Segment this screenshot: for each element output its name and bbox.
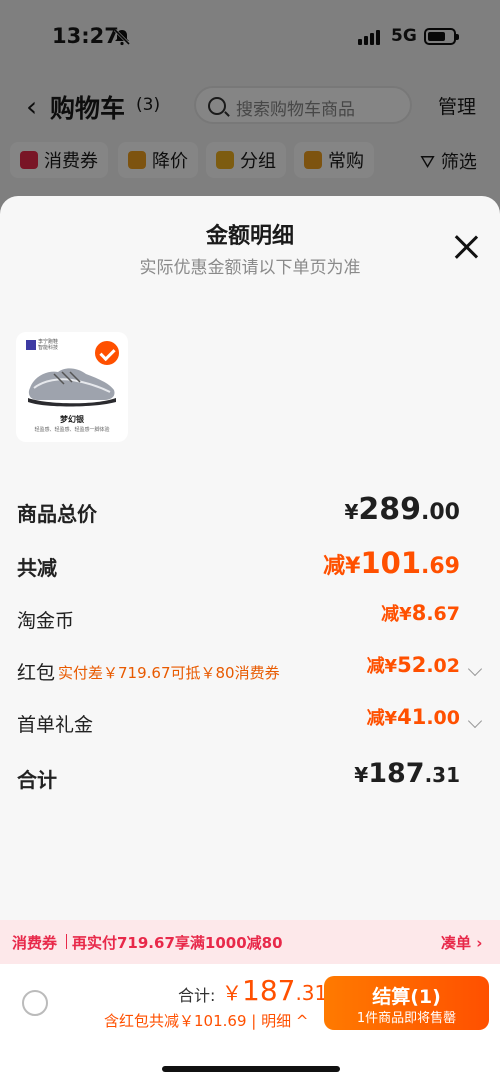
chevron-down-icon[interactable] xyxy=(467,661,483,677)
amount-int: 101 xyxy=(360,546,422,580)
row-amount: 减¥ 52 .02 xyxy=(367,652,460,678)
currency: ¥ xyxy=(344,500,359,524)
row-coins: 淘金币 减¥ 8 .67 xyxy=(0,600,500,640)
home-indicator[interactable] xyxy=(162,1066,340,1072)
row-label: 共减 xyxy=(17,556,57,580)
select-all-radio[interactable] xyxy=(22,990,48,1016)
coupon-tag: 消费券 xyxy=(12,934,58,952)
row-sum: 合计 ¥ 187 .31 xyxy=(0,758,500,798)
chevron-down-icon[interactable] xyxy=(467,713,483,729)
amount-int: 289 xyxy=(358,492,422,527)
total-label: 合计: xyxy=(178,986,216,1005)
sheet-title: 金额明细 xyxy=(205,224,294,249)
row-discount: 共减 减¥ 101 .69 xyxy=(0,546,500,586)
row-amount: 减¥ 101 .69 xyxy=(323,546,460,580)
amount-dec: .00 xyxy=(426,707,460,729)
row-red-packet[interactable]: 红包 实付差￥719.67可抵￥80消费券 减¥ 52 .02 xyxy=(0,652,500,692)
row-amount: ¥ 187 .31 xyxy=(354,758,460,789)
product-name: 梦幻银 xyxy=(60,415,84,424)
amount-dec: .31 xyxy=(424,763,460,787)
currency: ¥ xyxy=(354,763,369,787)
product-thumbnail[interactable]: 李宁跑鞋 智能科技 梦幻银 轻盈感、轻盈感、轻盈感一脚体验 xyxy=(16,332,128,442)
checkout-label: 结算(1) xyxy=(372,986,441,1008)
product-badge-text: 李宁跑鞋 智能科技 xyxy=(38,339,59,351)
brand-logo-icon xyxy=(26,340,36,350)
amount-dec: .31 xyxy=(295,981,328,1005)
row-label: 首单礼金 xyxy=(17,714,94,736)
row-label: 商品总价 xyxy=(17,502,97,526)
currency: 减¥ xyxy=(381,604,412,625)
red-packet-note: 实付差￥719.67可抵￥80消费券 xyxy=(58,664,280,682)
checkout-button[interactable]: 结算(1) 1件商品即将售罄 xyxy=(324,976,489,1030)
row-total-price: 商品总价 ¥ 289 .00 xyxy=(0,492,500,532)
amount-int: 52 xyxy=(397,653,427,677)
amount-dec: .02 xyxy=(426,655,460,677)
currency: 减¥ xyxy=(366,656,398,677)
product-desc: 轻盈感、轻盈感、轻盈感一脚体验 xyxy=(34,427,110,433)
amount-dec: .69 xyxy=(421,554,460,579)
coupon-promo-bar: 消费券 再实付719.67享满1000减80 凑单 › xyxy=(0,920,500,964)
detail-toggle[interactable]: 含红包共减￥101.69 | 明细 ^ xyxy=(104,1010,308,1031)
close-icon[interactable] xyxy=(453,234,479,260)
add-items-link[interactable]: 凑单 › xyxy=(441,932,482,953)
row-label: 合计 xyxy=(17,768,57,792)
row-label: 红包 xyxy=(17,662,56,684)
sheet-subtitle: 实际优惠金额请以下单页为准 xyxy=(139,258,361,278)
currency: 减¥ xyxy=(323,554,361,579)
coupon-text: 再实付719.67享满1000减80 xyxy=(72,934,283,952)
row-amount: 减¥ 8 .67 xyxy=(381,600,460,626)
currency: 减¥ xyxy=(366,708,398,729)
row-amount: 减¥ 41 .00 xyxy=(367,704,460,730)
amount-int: 187 xyxy=(368,758,425,789)
total-amount: ￥ 187 .31 xyxy=(222,974,327,1007)
amount-int: 187 xyxy=(242,974,296,1007)
amount-int: 8 xyxy=(411,601,427,625)
row-amount: ¥ 289 .00 xyxy=(344,492,460,527)
row-label: 淘金币 xyxy=(17,610,75,632)
checkout-sublabel: 1件商品即将售罄 xyxy=(356,1011,457,1026)
amount-int: 41 xyxy=(397,705,427,729)
amount-dec: .00 xyxy=(421,500,460,525)
amount-dec: .67 xyxy=(426,603,460,625)
row-first-order[interactable]: 首单礼金 减¥ 41 .00 xyxy=(0,704,500,744)
divider xyxy=(66,934,67,949)
currency: ￥ xyxy=(222,981,242,1005)
selected-check-icon[interactable] xyxy=(93,339,121,367)
